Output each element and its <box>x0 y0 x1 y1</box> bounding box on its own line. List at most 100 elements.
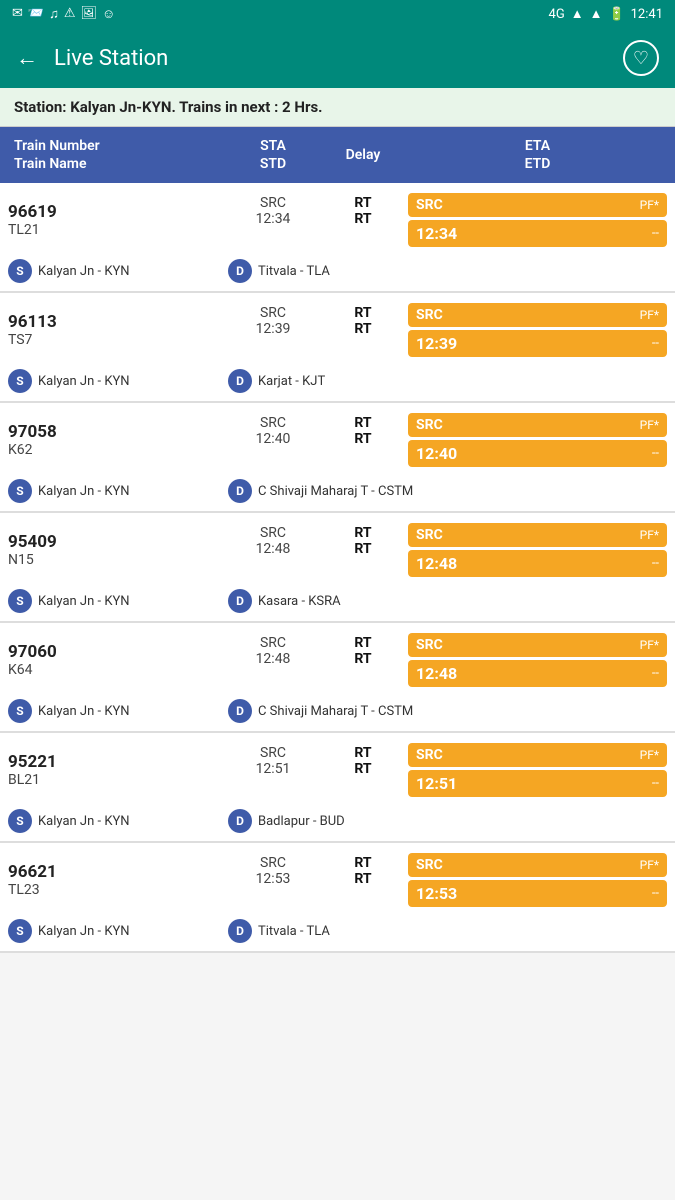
etd-box: 12:34 -- <box>408 220 667 247</box>
dest-badge: D <box>228 479 252 503</box>
train-row[interactable]: 96621 TL23 SRC 12:53 RT RT SRC PF* 12:53… <box>0 843 675 953</box>
train-row[interactable]: 97060 K64 SRC 12:48 RT RT SRC PF* 12:48 … <box>0 623 675 733</box>
delay-line2: RT <box>354 761 371 777</box>
sta-value: SRC <box>260 415 286 431</box>
dest-station-name: C Shivaji Maharaj T - CSTM <box>258 704 413 719</box>
etd-dash: -- <box>652 226 659 241</box>
col-train-header: Train Number Train Name <box>8 137 228 173</box>
train-number: 95409 <box>8 532 228 552</box>
eta-col: SRC PF* 12:48 -- <box>408 633 667 687</box>
delay-line1: RT <box>354 525 371 541</box>
etd-dash: -- <box>652 446 659 461</box>
train-row[interactable]: 97058 K62 SRC 12:40 RT RT SRC PF* 12:40 … <box>0 403 675 513</box>
network-indicator: 4G <box>549 7 565 22</box>
sta-value: SRC <box>260 855 286 871</box>
train-info-col: 97060 K64 <box>8 633 228 687</box>
train-info-col: 96113 TS7 <box>8 303 228 357</box>
eta-label: SRC <box>416 637 443 653</box>
platform-label: PF* <box>640 748 659 762</box>
delay-line1: RT <box>354 305 371 321</box>
etd-time: 12:48 <box>416 554 457 573</box>
delay-line1: RT <box>354 195 371 211</box>
delay-col: RT RT <box>318 303 408 357</box>
dest-badge: D <box>228 919 252 943</box>
delay-line1: RT <box>354 855 371 871</box>
etd-box: 12:48 -- <box>408 660 667 687</box>
etd-time: 12:40 <box>416 444 457 463</box>
source-badge: S <box>8 589 32 613</box>
train-code: TL23 <box>8 882 228 898</box>
eta-box: SRC PF* <box>408 193 667 217</box>
app-header: ← Live Station ♡ <box>0 28 675 88</box>
dest-station-row: D Titvala - TLA <box>228 919 667 943</box>
time-display: 12:41 <box>631 7 663 22</box>
eta-label: SRC <box>416 857 443 873</box>
etd-time: 12:34 <box>416 224 457 243</box>
source-station-row: S Kalyan Jn - KYN <box>8 259 228 283</box>
platform-label: PF* <box>640 418 659 432</box>
dest-station-name: Badlapur - BUD <box>258 814 345 829</box>
dest-station-name: Kasara - KSRA <box>258 594 341 609</box>
eta-box: SRC PF* <box>408 303 667 327</box>
page-title: Live Station <box>54 46 623 71</box>
sta-col: SRC 12:48 <box>228 633 318 687</box>
source-badge: S <box>8 809 32 833</box>
delay-col: RT RT <box>318 523 408 577</box>
eta-box: SRC PF* <box>408 633 667 657</box>
train-info-col: 96619 TL21 <box>8 193 228 247</box>
dest-station-row: D C Shivaji Maharaj T - CSTM <box>228 699 667 723</box>
favorite-button[interactable]: ♡ <box>623 40 659 76</box>
train-code: TL21 <box>8 222 228 238</box>
etd-dash: -- <box>652 776 659 791</box>
dest-station-name: Karjat - KJT <box>258 374 325 389</box>
std-value: 12:48 <box>256 651 291 667</box>
sta-value: SRC <box>260 745 286 761</box>
source-station-name: Kalyan Jn - KYN <box>38 924 130 939</box>
eta-box: SRC PF* <box>408 853 667 877</box>
train-info-col: 96621 TL23 <box>8 853 228 907</box>
smiley-icon: ☺ <box>102 6 115 22</box>
sta-col: SRC 12:48 <box>228 523 318 577</box>
eta-col: SRC PF* 12:34 -- <box>408 193 667 247</box>
platform-label: PF* <box>640 198 659 212</box>
back-button[interactable]: ← <box>16 45 38 71</box>
sta-value: SRC <box>260 195 286 211</box>
delay-line1: RT <box>354 415 371 431</box>
source-station-row: S Kalyan Jn - KYN <box>8 699 228 723</box>
sta-value: SRC <box>260 635 286 651</box>
train-code: N15 <box>8 552 228 568</box>
train-info-col: 95221 BL21 <box>8 743 228 797</box>
source-station-name: Kalyan Jn - KYN <box>38 704 130 719</box>
eta-box: SRC PF* <box>408 523 667 547</box>
train-number: 97060 <box>8 642 228 662</box>
col-delay-header: Delay <box>318 137 408 173</box>
platform-label: PF* <box>640 528 659 542</box>
etd-box: 12:39 -- <box>408 330 667 357</box>
train-row[interactable]: 96113 TS7 SRC 12:39 RT RT SRC PF* 12:39 … <box>0 293 675 403</box>
train-row[interactable]: 96619 TL21 SRC 12:34 RT RT SRC PF* 12:34… <box>0 183 675 293</box>
train-number: 96619 <box>8 202 228 222</box>
etd-time: 12:51 <box>416 774 457 793</box>
dest-badge: D <box>228 809 252 833</box>
delay-line2: RT <box>354 871 371 887</box>
train-number: 96113 <box>8 312 228 332</box>
std-value: 12:39 <box>256 321 291 337</box>
dest-badge: D <box>228 699 252 723</box>
eta-box: SRC PF* <box>408 413 667 437</box>
std-value: 12:40 <box>256 431 291 447</box>
eta-col: SRC PF* 12:48 -- <box>408 523 667 577</box>
train-row[interactable]: 95409 N15 SRC 12:48 RT RT SRC PF* 12:48 … <box>0 513 675 623</box>
dest-station-row: D Kasara - KSRA <box>228 589 667 613</box>
sta-col: SRC 12:39 <box>228 303 318 357</box>
sta-col: SRC 12:53 <box>228 853 318 907</box>
delay-col: RT RT <box>318 633 408 687</box>
col-sta-header: STA STD <box>228 137 318 173</box>
delay-line2: RT <box>354 321 371 337</box>
etd-time: 12:39 <box>416 334 457 353</box>
sta-col: SRC 12:34 <box>228 193 318 247</box>
train-code: BL21 <box>8 772 228 788</box>
train-row[interactable]: 95221 BL21 SRC 12:51 RT RT SRC PF* 12:51… <box>0 733 675 843</box>
etd-time: 12:48 <box>416 664 457 683</box>
source-station-row: S Kalyan Jn - KYN <box>8 919 228 943</box>
dest-station-name: C Shivaji Maharaj T - CSTM <box>258 484 413 499</box>
